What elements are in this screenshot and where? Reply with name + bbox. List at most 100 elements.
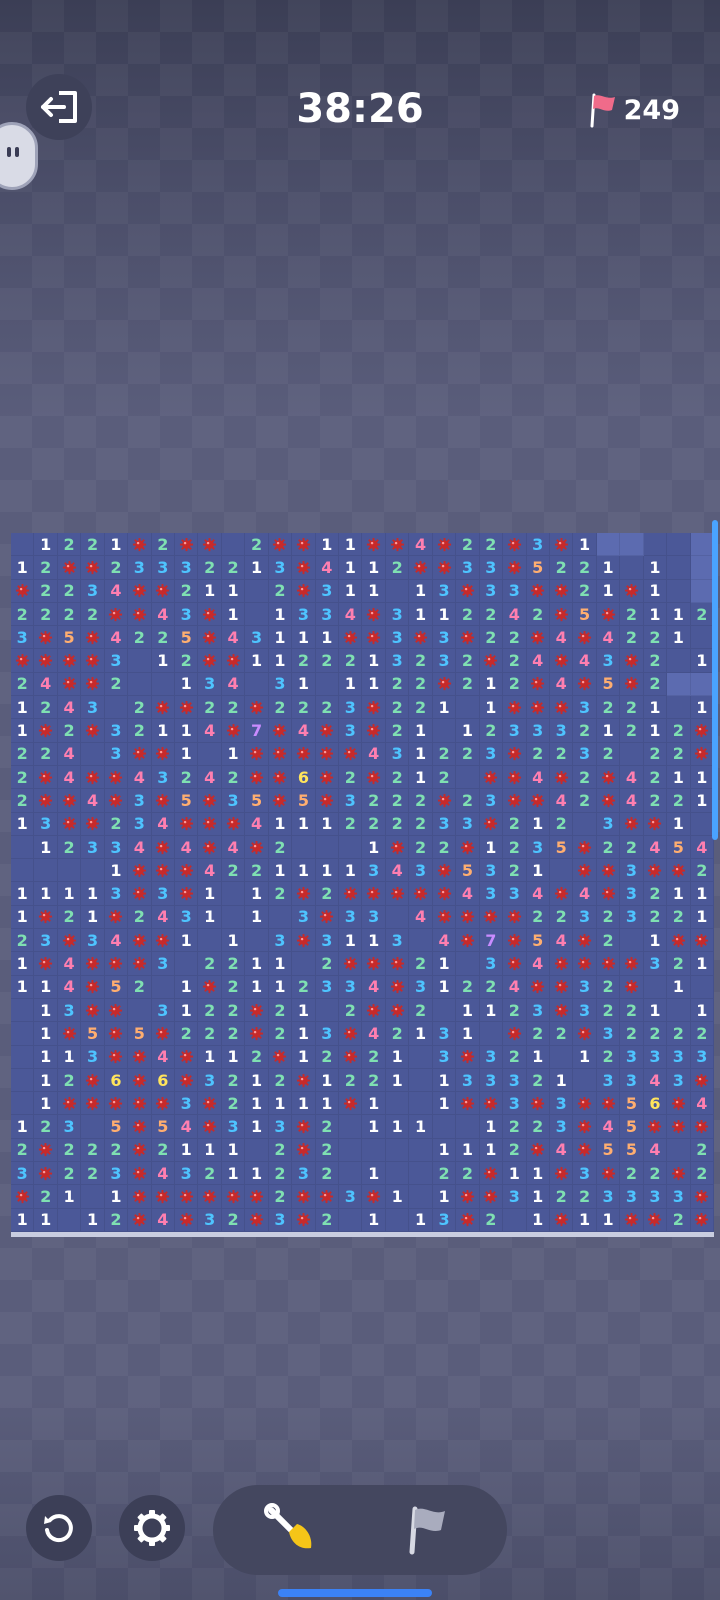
- cell-number[interactable]: 1: [268, 975, 293, 999]
- cell-number[interactable]: 3: [456, 812, 480, 836]
- cell-number[interactable]: 4: [503, 975, 527, 999]
- cell-number[interactable]: 2: [643, 1022, 668, 1046]
- cell-number[interactable]: 3: [175, 556, 199, 580]
- cell-mine[interactable]: [221, 719, 246, 743]
- cell-number[interactable]: 2: [503, 649, 527, 673]
- cell-number[interactable]: 2: [221, 975, 246, 999]
- cell-number[interactable]: 1: [315, 1092, 340, 1116]
- cell-empty[interactable]: [81, 742, 105, 766]
- cell-number[interactable]: 3: [549, 1092, 574, 1116]
- cell-number[interactable]: 2: [11, 929, 35, 953]
- cell-mine[interactable]: [104, 602, 129, 627]
- cell-number[interactable]: 3: [292, 905, 316, 930]
- cell-mine[interactable]: [245, 696, 269, 720]
- cell-mine[interactable]: [104, 1022, 129, 1046]
- cell-number[interactable]: 3: [456, 1068, 480, 1093]
- cell-number[interactable]: 2: [151, 1138, 176, 1163]
- cell-number[interactable]: 3: [104, 742, 129, 766]
- cell-number[interactable]: 2: [11, 602, 35, 627]
- cell-number[interactable]: 2: [57, 835, 82, 860]
- cell-number[interactable]: 2: [573, 579, 597, 603]
- cell-number[interactable]: 2: [315, 1115, 340, 1139]
- cell-mine[interactable]: [245, 765, 269, 790]
- cell-number[interactable]: 1: [667, 975, 691, 999]
- cell-number[interactable]: 1: [503, 1162, 527, 1186]
- cell-number[interactable]: 4: [221, 835, 246, 860]
- settings-button[interactable]: [119, 1495, 185, 1561]
- cell-number[interactable]: 3: [385, 649, 410, 673]
- cell-number[interactable]: 2: [315, 1138, 340, 1163]
- cell-number[interactable]: 2: [34, 742, 58, 766]
- cell-empty[interactable]: [315, 672, 340, 697]
- cell-number[interactable]: 5: [667, 835, 691, 860]
- cell-empty[interactable]: [409, 1162, 433, 1186]
- cell-number[interactable]: 1: [175, 1138, 199, 1163]
- cell-mine[interactable]: [503, 533, 527, 557]
- cell-mine[interactable]: [175, 1208, 199, 1232]
- cell-number[interactable]: 6: [292, 765, 316, 790]
- cell-number[interactable]: 3: [526, 533, 550, 557]
- cell-number[interactable]: 3: [81, 929, 105, 953]
- cell-number[interactable]: 3: [573, 742, 597, 766]
- cell-number[interactable]: 4: [292, 719, 316, 743]
- cell-mine[interactable]: [151, 789, 176, 813]
- cell-empty[interactable]: [11, 998, 35, 1023]
- cell-number[interactable]: 3: [503, 719, 527, 743]
- cell-mine[interactable]: [339, 1022, 363, 1046]
- cell-empty[interactable]: [34, 859, 58, 883]
- cell-number[interactable]: 2: [292, 975, 316, 999]
- cell-number[interactable]: 1: [292, 626, 316, 650]
- cell-number[interactable]: 2: [549, 905, 574, 930]
- cell-number[interactable]: 3: [175, 602, 199, 627]
- cell-number[interactable]: 2: [643, 742, 668, 766]
- cell-mine[interactable]: [198, 1185, 222, 1209]
- cell-number[interactable]: 1: [175, 929, 199, 953]
- cell-number[interactable]: 2: [385, 719, 410, 743]
- cell-number[interactable]: 3: [549, 719, 574, 743]
- cell-number[interactable]: 1: [34, 1068, 58, 1093]
- cell-mine[interactable]: [151, 1185, 176, 1209]
- cell-empty[interactable]: [409, 1068, 433, 1093]
- cell-number[interactable]: 2: [432, 765, 457, 790]
- cell-mine[interactable]: [81, 975, 105, 999]
- cell-number[interactable]: 1: [81, 882, 105, 906]
- cell-mine[interactable]: [596, 1162, 621, 1186]
- cell-number[interactable]: 4: [245, 812, 269, 836]
- cell-number[interactable]: 2: [104, 672, 129, 697]
- cell-number[interactable]: 2: [690, 1162, 714, 1186]
- cell-empty[interactable]: [385, 905, 410, 930]
- cell-number[interactable]: 3: [620, 1185, 644, 1209]
- cell-mine[interactable]: [549, 998, 574, 1023]
- cell-number[interactable]: 1: [292, 859, 316, 883]
- cell-number[interactable]: 4: [104, 579, 129, 603]
- cell-number[interactable]: 2: [362, 789, 386, 813]
- cell-mine[interactable]: [104, 1045, 129, 1069]
- cell-number[interactable]: 1: [667, 765, 691, 790]
- cell-number[interactable]: 2: [292, 649, 316, 673]
- cell-number[interactable]: 3: [104, 835, 129, 860]
- cell-number[interactable]: 2: [456, 602, 480, 627]
- cell-number[interactable]: 1: [690, 696, 714, 720]
- cell-number[interactable]: 4: [175, 1115, 199, 1139]
- cell-mine[interactable]: [128, 1045, 152, 1069]
- cell-mine[interactable]: [104, 1092, 129, 1116]
- cell-number[interactable]: 1: [667, 812, 691, 836]
- cell-number[interactable]: 3: [339, 905, 363, 930]
- cell-empty[interactable]: [620, 742, 644, 766]
- cell-mine[interactable]: [573, 626, 597, 650]
- cell-hidden[interactable]: [667, 672, 691, 697]
- cell-empty[interactable]: [362, 1138, 386, 1163]
- cell-empty[interactable]: [667, 556, 691, 580]
- cell-number[interactable]: 2: [11, 1138, 35, 1163]
- cell-number[interactable]: 2: [643, 626, 668, 650]
- cell-number[interactable]: 4: [151, 1208, 176, 1232]
- cell-empty[interactable]: [104, 696, 129, 720]
- cell-mine[interactable]: [198, 649, 222, 673]
- cell-number[interactable]: 1: [11, 1115, 35, 1139]
- cell-number[interactable]: 1: [409, 719, 433, 743]
- cell-number[interactable]: 2: [385, 789, 410, 813]
- cell-mine[interactable]: [292, 1068, 316, 1093]
- cell-number[interactable]: 3: [268, 1208, 293, 1232]
- cell-number[interactable]: 3: [175, 905, 199, 930]
- cell-number[interactable]: 2: [667, 952, 691, 976]
